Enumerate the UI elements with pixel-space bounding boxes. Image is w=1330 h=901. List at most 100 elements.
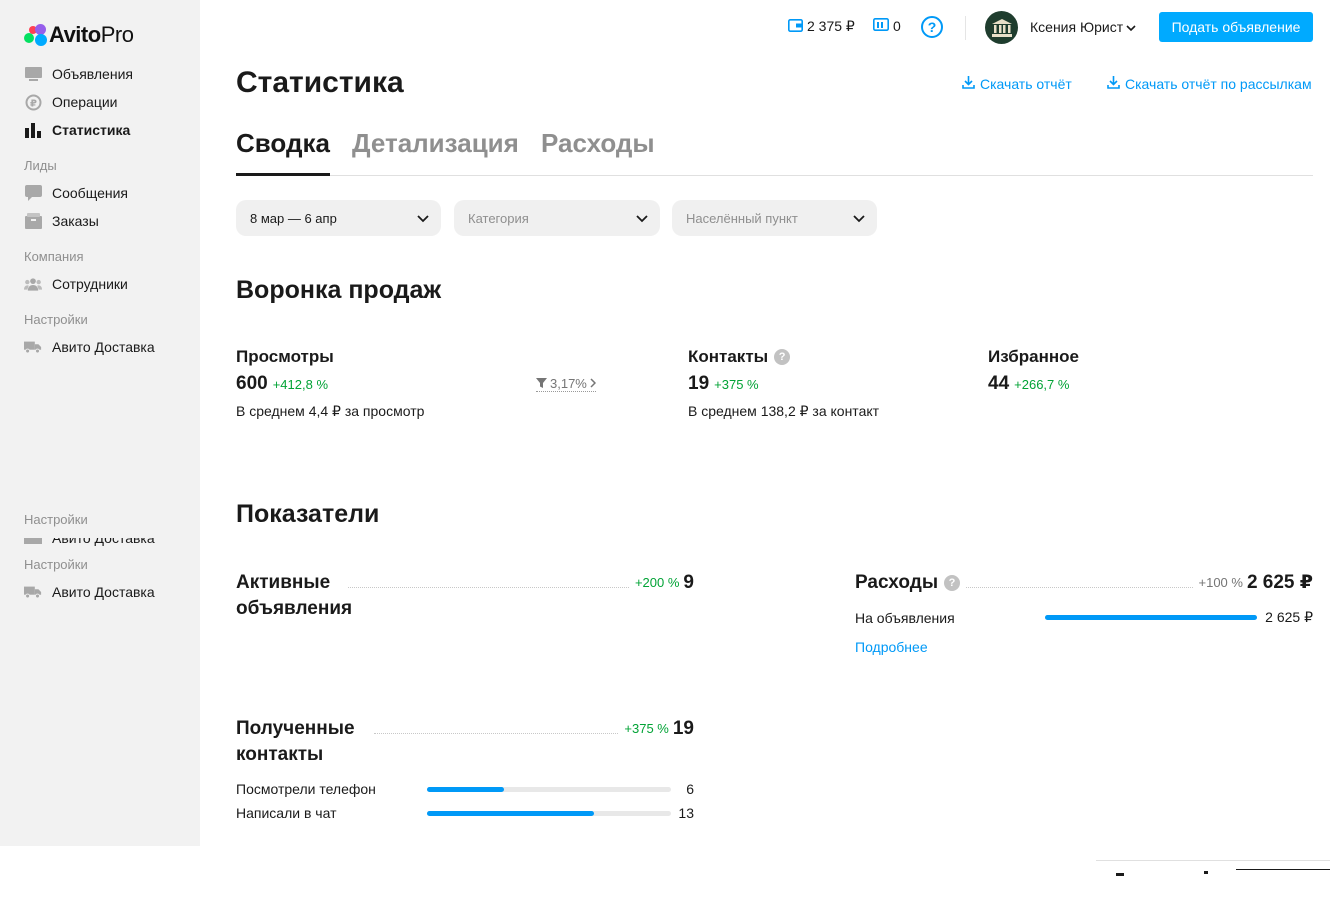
- page-title: Статистика: [236, 66, 404, 99]
- sidebar-section-leads: Лиды: [24, 158, 57, 173]
- user-menu[interactable]: Ксения Юрист: [1030, 19, 1136, 35]
- phone-bar-fill: [427, 786, 505, 792]
- sidebar-item-label: Объявления: [52, 66, 133, 82]
- sidebar-item-label: Заказы: [52, 213, 99, 229]
- header-divider: [965, 16, 966, 40]
- expenses-bar-track: [1045, 615, 1257, 620]
- sidebar-item-statistics[interactable]: Статистика: [24, 120, 130, 140]
- download-icon: [962, 76, 975, 92]
- chevron-down-icon: [636, 211, 648, 226]
- law-building-icon: [991, 18, 1012, 37]
- received-contacts-metric: Полученные контакты +375 % 19: [236, 716, 694, 768]
- chat-bar-track: [427, 810, 671, 816]
- chat-bar-fill: [427, 810, 594, 816]
- sidebar-item-delivery-duplicate[interactable]: Авито Доставка: [24, 582, 155, 602]
- bonus-balance[interactable]: 0: [873, 18, 901, 34]
- post-ad-button[interactable]: Подать объявление: [1159, 12, 1313, 42]
- contacts-value: 19: [688, 373, 710, 394]
- sidebar-item-label: Авито Доставка: [52, 584, 155, 600]
- truck-icon: [24, 339, 42, 355]
- avatar[interactable]: [985, 11, 1018, 44]
- bonus-amount: 0: [893, 18, 901, 34]
- download-report-link[interactable]: Скачать отчёт: [962, 76, 1072, 92]
- question-icon[interactable]: ?: [944, 575, 961, 591]
- brand-name: Avito: [49, 22, 101, 47]
- contacts-row-chat: Написали в чат 13: [236, 805, 694, 821]
- sidebar-item-orders[interactable]: Заказы: [24, 211, 99, 231]
- sidebar-ghost-section: Настройки: [24, 512, 88, 527]
- expenses-row-value: 2 625 ₽: [1265, 609, 1313, 625]
- category-placeholder: Категория: [468, 210, 529, 226]
- conversion-value: 3,17%: [550, 376, 587, 391]
- sidebar-item-label: Сотрудники: [52, 276, 128, 292]
- views-label: Просмотры: [236, 347, 334, 366]
- download-icon: [1107, 76, 1120, 92]
- views-metric: 600 +412,8 %: [236, 373, 328, 395]
- phone-bar-track: [427, 786, 671, 792]
- expenses-title: Расходы: [855, 572, 939, 593]
- location-select[interactable]: Населённый пункт: [672, 200, 877, 236]
- contacts-row-label: Посмотрели телефон: [236, 781, 376, 797]
- favorites-value: 44: [988, 373, 1010, 394]
- chevron-down-icon: [417, 211, 429, 226]
- favorites-metric: 44 +266,7 %: [988, 373, 1069, 395]
- conversion-link[interactable]: 3,17%: [536, 376, 596, 392]
- avito-pro-logo[interactable]: AvitoPro: [24, 22, 134, 48]
- download-mailing-report-link[interactable]: Скачать отчёт по рассылкам: [1107, 76, 1312, 92]
- sidebar-item-label: Сообщения: [52, 185, 128, 201]
- funnel-title: Воронка продаж: [236, 276, 442, 304]
- expenses-delta: +100 %: [1198, 575, 1243, 590]
- views-delta: +412,8 %: [272, 377, 328, 392]
- received-contacts-delta: +375 %: [624, 721, 669, 736]
- tab-summary[interactable]: Сводка: [236, 128, 330, 176]
- sidebar-item-employees[interactable]: Сотрудники: [24, 274, 128, 294]
- monitor-icon: [24, 66, 42, 82]
- indicators-title: Показатели: [236, 500, 380, 528]
- funnel-filter-icon: [536, 376, 547, 391]
- chevron-down-icon: [853, 211, 865, 226]
- sidebar-item-ads[interactable]: Объявления: [24, 64, 133, 84]
- sidebar-item-label: Авито Доставка: [52, 339, 155, 355]
- people-icon: [24, 276, 42, 292]
- user-name: Ксения Юрист: [1030, 19, 1124, 35]
- sidebar-item-messages[interactable]: Сообщения: [24, 183, 128, 203]
- svg-text:₽: ₽: [30, 98, 37, 109]
- contacts-average: В среднем 138,2 ₽ за контакт: [688, 403, 880, 419]
- contacts-row-value: 13: [678, 805, 694, 821]
- active-ads-title: Активные объявления: [236, 572, 353, 619]
- chat-bubble-icon: [24, 185, 42, 201]
- expenses-metric: Расходы ? +100 % 2 625 ₽: [855, 570, 1313, 596]
- contacts-row-value: 6: [686, 781, 694, 797]
- contacts-metric: 19 +375 %: [688, 373, 759, 395]
- expenses-more-link[interactable]: Подробнее: [855, 639, 928, 655]
- sidebar: AvitoPro Объявления ₽ Операции Статистик…: [0, 0, 200, 901]
- sidebar-ghost-clipped-item: Авито Доставка: [24, 538, 164, 546]
- tab-expenses[interactable]: Расходы: [541, 128, 655, 176]
- period-value: 8 мар — 6 апр: [250, 210, 337, 226]
- ruble-cycle-icon: ₽: [24, 94, 42, 110]
- wallet-balance[interactable]: 2 375 ₽: [788, 18, 855, 35]
- contacts-label: Контакты: [688, 347, 769, 366]
- favorites-label: Избранное: [988, 347, 1079, 366]
- sidebar-item-operations[interactable]: ₽ Операции: [24, 92, 118, 112]
- tab-details[interactable]: Детализация: [352, 128, 519, 176]
- question-icon[interactable]: ?: [774, 349, 791, 365]
- sidebar-section-settings: Настройки: [24, 312, 88, 327]
- category-select[interactable]: Категория: [454, 200, 660, 236]
- views-value: 600: [236, 373, 268, 394]
- bonus-icon: [873, 18, 889, 34]
- received-contacts-title: Полученные контакты: [236, 718, 355, 765]
- views-average: В среднем 4,4 ₽ за просмотр: [236, 403, 425, 419]
- contacts-delta: +375 %: [714, 377, 759, 392]
- statistics-tabs: Сводка Детализация Расходы: [236, 128, 1313, 176]
- contacts-row-label: Написали в чат: [236, 805, 337, 821]
- box-icon: [24, 213, 42, 229]
- wallet-icon: [788, 18, 803, 35]
- sidebar-item-delivery[interactable]: Авито Доставка: [24, 337, 155, 357]
- help-button[interactable]: ?: [921, 16, 943, 38]
- sidebar-ghost-section-2: Настройки: [24, 557, 88, 572]
- period-select[interactable]: 8 мар — 6 апр: [236, 200, 441, 236]
- wallet-amount: 2 375 ₽: [807, 18, 855, 34]
- overlay-artifact: [1096, 860, 1330, 901]
- active-ads-value: 9: [683, 572, 694, 593]
